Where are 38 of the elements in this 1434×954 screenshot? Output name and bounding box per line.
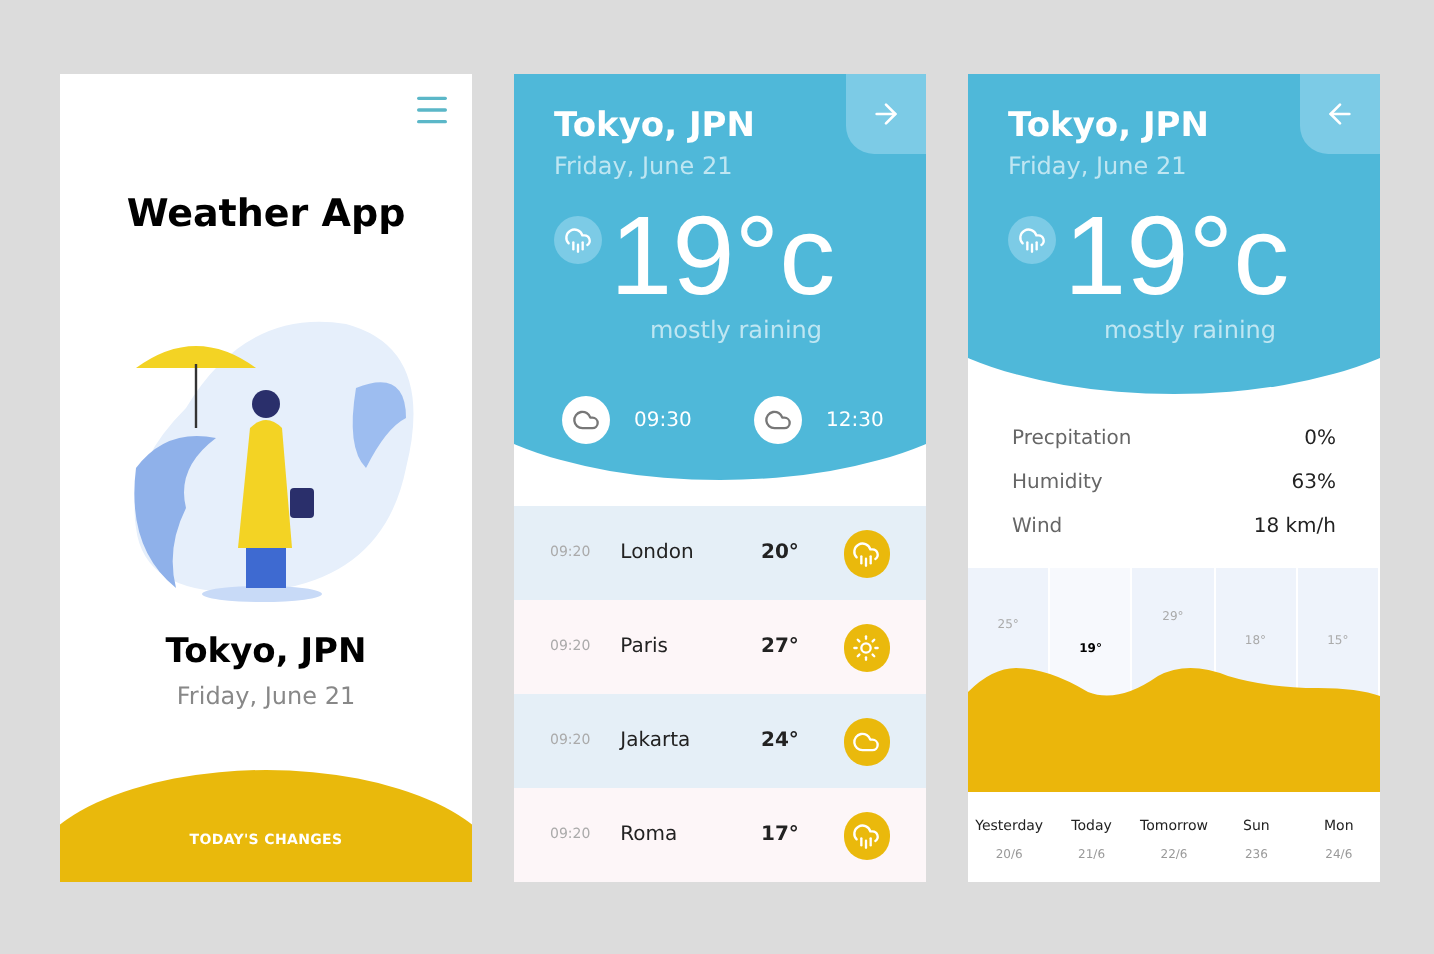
- temperature-reading: 19°c: [1064, 200, 1290, 313]
- temperature-text: 20°: [761, 540, 801, 568]
- app-title: Weather App: [126, 190, 406, 240]
- condition-text: mostly raining: [649, 314, 823, 349]
- city-name: Paris: [620, 634, 670, 662]
- city-name: Jakarta: [620, 728, 693, 756]
- rain-cloud-icon: [564, 226, 592, 255]
- rain-cloud-icon: [852, 821, 881, 849]
- temperature-text: 24°: [761, 728, 801, 756]
- rain-cloud-icon: [1018, 226, 1046, 255]
- date-text: Friday, June 21: [554, 150, 735, 185]
- stat-label: Precpitation: [1012, 426, 1132, 454]
- city-name: Tokyo, JPN: [165, 629, 367, 675]
- city-name: London: [620, 540, 696, 568]
- stat-label: Humidity: [1012, 470, 1103, 498]
- time-text: 12:30: [826, 407, 884, 436]
- cloud-icon: [852, 727, 881, 755]
- temperature-text: 17°: [761, 822, 801, 850]
- stat-label: Wind: [1012, 514, 1063, 542]
- city-name: Roma: [620, 822, 680, 850]
- date-text: Friday, June 21: [1008, 150, 1189, 185]
- cloud-icon: [764, 406, 792, 435]
- stat-value: 63%: [1291, 470, 1336, 498]
- stat-value: 0%: [1304, 426, 1336, 454]
- back-button[interactable]: [1300, 74, 1380, 154]
- temperature-text: 27°: [761, 634, 801, 662]
- temperature-reading: 19°c: [610, 200, 836, 313]
- date-text: Friday, June 21: [176, 680, 356, 714]
- time-text: 09:30: [634, 407, 692, 436]
- cloud-icon: [572, 406, 600, 435]
- city-name: Tokyo, JPN: [1008, 106, 1209, 149]
- sun-icon: [852, 633, 881, 661]
- arrow-right-icon: [870, 98, 902, 130]
- next-button[interactable]: [846, 74, 926, 154]
- stat-value: 18 km/h: [1253, 514, 1336, 542]
- rain-cloud-icon: [852, 539, 881, 567]
- city-name: Tokyo, JPN: [554, 106, 755, 149]
- condition-text: mostly raining: [1103, 314, 1277, 349]
